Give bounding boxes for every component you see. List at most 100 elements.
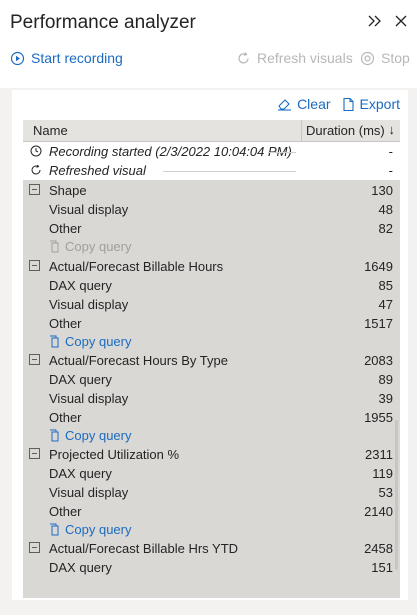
duration-value: 151	[371, 560, 393, 575]
results-panel: Clear Export Name Duration (ms) ↓ Record…	[12, 90, 408, 600]
export-icon	[342, 97, 354, 111]
clear-button[interactable]: Clear	[277, 96, 331, 112]
copy-query-label: Copy query	[65, 334, 132, 349]
visual-name: Actual/Forecast Billable Hrs YTD	[49, 541, 239, 556]
table-row: DAX query 151	[23, 558, 400, 577]
table-row: Copy query	[23, 237, 400, 256]
export-button[interactable]: Export	[341, 96, 400, 112]
toolbar: Start recording Refresh visuals Stop	[10, 50, 410, 70]
eraser-icon	[278, 99, 292, 111]
table-row: Visual display 48	[23, 200, 400, 219]
list-item-label: Recording started (2/3/2022 10:04:04 PM)	[49, 144, 292, 159]
collapse-icon[interactable]	[29, 184, 40, 195]
pane-header: Performance analyzer Start recording Ref…	[0, 0, 417, 88]
table-row: Other 1955	[23, 408, 400, 427]
stop-label: Stop	[381, 50, 410, 66]
visual-name: Actual/Forecast Billable Hours	[49, 259, 224, 274]
collapse-icon[interactable]	[29, 542, 40, 553]
table-row: Other 2140	[23, 502, 400, 521]
duration-value: -	[388, 163, 393, 178]
column-header-name[interactable]: Name	[33, 123, 68, 138]
column-header-duration[interactable]: Duration (ms) ↓	[301, 120, 400, 141]
table-row: DAX query 89	[23, 370, 400, 389]
table-header: Name Duration (ms) ↓	[23, 120, 400, 142]
start-recording-button[interactable]: Start recording	[10, 50, 123, 66]
metric-name: Visual display	[49, 202, 129, 217]
table-row[interactable]: Shape 130	[23, 181, 400, 200]
timeline-divider	[163, 171, 296, 172]
refresh-visuals-label: Refresh visuals	[257, 50, 353, 66]
table-row[interactable]: Actual/Forecast Billable Hrs YTD 2458	[23, 539, 400, 558]
duration-value: 85	[378, 278, 393, 293]
table-row: DAX query 85	[23, 276, 400, 295]
table-row: Other 82	[23, 219, 400, 238]
visual-name: Shape	[49, 183, 87, 198]
refresh-visuals-button[interactable]: Refresh visuals	[236, 50, 353, 66]
performance-table: Name Duration (ms) ↓ Recording started (…	[23, 120, 400, 598]
metric-name: Other	[49, 504, 82, 519]
collapse-icon[interactable]	[29, 354, 40, 365]
duration-value: 2083	[364, 353, 393, 368]
copy-query-label: Copy query	[65, 522, 132, 537]
metric-name: DAX query	[49, 372, 112, 387]
copy-query-link[interactable]: Copy query	[49, 334, 131, 349]
clear-label: Clear	[297, 96, 331, 112]
table-row[interactable]: Projected Utilization % 2311	[23, 445, 400, 464]
pane-title: Performance analyzer	[10, 12, 196, 33]
copy-query-link: Copy query	[49, 239, 131, 254]
metric-name: Other	[49, 316, 82, 331]
table-row: Visual display 47	[23, 295, 400, 314]
duration-value: 1649	[364, 259, 393, 274]
copy-query-label: Copy query	[65, 239, 132, 254]
metric-name: DAX query	[49, 278, 112, 293]
duration-value: 2140	[364, 504, 393, 519]
record-icon	[10, 51, 25, 65]
duration-value: 48	[378, 202, 393, 217]
metric-name: Other	[49, 221, 82, 236]
list-item-label: Refreshed visual	[49, 163, 146, 178]
table-row[interactable]: Actual/Forecast Billable Hours 1649	[23, 257, 400, 276]
duration-value: 2458	[364, 541, 393, 556]
copy-query-link[interactable]: Copy query	[49, 522, 131, 537]
collapse-icon[interactable]	[29, 260, 40, 271]
metric-name: Visual display	[49, 391, 129, 406]
duration-value: 2311	[365, 447, 393, 462]
stop-button[interactable]: Stop	[360, 50, 410, 66]
refreshed-visual-row: Refreshed visual -	[23, 161, 400, 180]
recording-started-row: Recording started (2/3/2022 10:04:04 PM)…	[23, 142, 400, 161]
clock-icon	[29, 144, 43, 158]
duration-value: 82	[378, 221, 393, 236]
vertical-scrollbar[interactable]	[395, 420, 398, 570]
duration-value: 47	[378, 297, 393, 312]
duration-header-label: Duration (ms)	[306, 123, 385, 138]
refresh-icon	[29, 163, 43, 177]
table-row: Copy query	[23, 332, 400, 351]
table-row: Visual display 53	[23, 483, 400, 502]
refresh-icon	[238, 51, 249, 64]
duration-value: 119	[372, 466, 393, 481]
copy-icon	[50, 429, 59, 442]
timeline-divider	[268, 152, 296, 153]
export-label: Export	[359, 96, 400, 112]
metric-name: Visual display	[49, 485, 129, 500]
table-row[interactable]: Actual/Forecast Hours By Type 2083	[23, 351, 400, 370]
copy-icon	[50, 240, 59, 253]
collapse-icon[interactable]	[29, 448, 40, 459]
sort-descending-icon[interactable]: ↓	[389, 122, 396, 137]
collapse-pane-icon[interactable]	[367, 13, 383, 29]
duration-value: 89	[378, 372, 393, 387]
close-icon[interactable]	[393, 13, 409, 29]
copy-query-label: Copy query	[65, 428, 132, 443]
visual-name: Actual/Forecast Hours By Type	[49, 353, 228, 368]
copy-query-link[interactable]: Copy query	[49, 428, 131, 443]
table-row: Visual display 39	[23, 389, 400, 408]
stop-icon	[360, 51, 375, 65]
duration-value: 1955	[364, 410, 393, 425]
duration-value: 1517	[364, 316, 393, 331]
results-actions: Clear Export	[277, 96, 400, 112]
metric-name: DAX query	[49, 560, 112, 575]
metric-name: Other	[49, 410, 82, 425]
metric-name: Visual display	[49, 297, 129, 312]
header-icons	[367, 13, 409, 29]
start-recording-label: Start recording	[31, 50, 123, 66]
